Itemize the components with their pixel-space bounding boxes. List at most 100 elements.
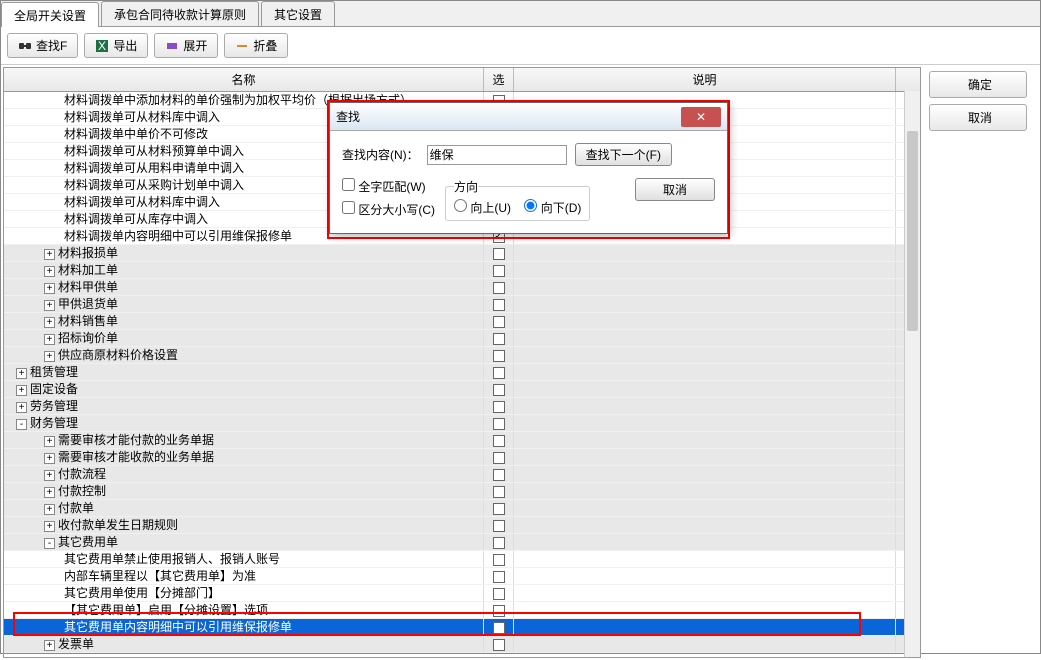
table-row[interactable]: +付款单 xyxy=(4,500,920,517)
table-row[interactable]: -财务管理 xyxy=(4,415,920,432)
col-name[interactable]: 名称 xyxy=(4,68,484,91)
expand-toggle[interactable]: - xyxy=(44,538,55,549)
table-row[interactable]: 内部车辆里程以【其它费用单】为准 xyxy=(4,568,920,585)
find-next-button[interactable]: 查找下一个(F) xyxy=(575,143,672,166)
table-row[interactable]: 其它费用单禁止使用报销人、报销人账号 xyxy=(4,551,920,568)
expand-toggle[interactable]: + xyxy=(44,453,55,464)
row-checkbox[interactable] xyxy=(493,588,505,600)
tab-global-switch[interactable]: 全局开关设置 xyxy=(1,2,99,27)
col-desc[interactable]: 说明 xyxy=(514,68,896,91)
row-checkbox[interactable] xyxy=(493,401,505,413)
row-checkbox[interactable] xyxy=(493,571,505,583)
dialog-cancel-button[interactable]: 取消 xyxy=(635,178,715,201)
dir-up-radio[interactable]: 向上(U) xyxy=(454,201,511,215)
table-row[interactable]: +劳务管理 xyxy=(4,398,920,415)
expand-toggle[interactable]: + xyxy=(44,521,55,532)
row-checkbox[interactable] xyxy=(493,333,505,345)
table-row[interactable]: 其它费用单使用【分摊部门】 xyxy=(4,585,920,602)
table-row[interactable]: +收付款单发生日期规则 xyxy=(4,517,920,534)
expand-toggle[interactable]: + xyxy=(16,385,27,396)
row-label: 材料加工单 xyxy=(58,263,118,277)
dir-down-radio[interactable]: 向下(D) xyxy=(524,201,581,215)
table-row[interactable]: +需要审核才能付款的业务单据 xyxy=(4,432,920,449)
dialog-titlebar[interactable]: 查找 ✕ xyxy=(330,103,727,131)
whole-word-checkbox[interactable]: 全字匹配(W) xyxy=(342,178,435,195)
table-row[interactable]: +固定设备 xyxy=(4,381,920,398)
row-checkbox[interactable] xyxy=(493,248,505,260)
table-row[interactable]: +发票单 xyxy=(4,636,920,653)
expand-toggle[interactable]: + xyxy=(44,283,55,294)
row-label: 其它费用单使用【分摊部门】 xyxy=(64,586,220,600)
expand-toggle[interactable]: + xyxy=(44,504,55,515)
tab-strip: 全局开关设置 承包合同待收款计算原则 其它设置 xyxy=(1,1,1040,27)
row-checkbox[interactable] xyxy=(493,537,505,549)
table-row[interactable]: +材料报损单 xyxy=(4,245,920,262)
export-button[interactable]: X导出 xyxy=(84,33,148,58)
table-row[interactable]: +需要审核才能收款的业务单据 xyxy=(4,449,920,466)
expand-toggle[interactable]: + xyxy=(44,436,55,447)
row-checkbox[interactable] xyxy=(493,265,505,277)
expand-toggle[interactable]: + xyxy=(44,470,55,481)
tab-contract-rule[interactable]: 承包合同待收款计算原则 xyxy=(101,1,259,26)
table-row[interactable]: +招标询价单 xyxy=(4,330,920,347)
expand-toggle[interactable]: + xyxy=(44,317,55,328)
close-icon[interactable]: ✕ xyxy=(681,107,721,127)
row-checkbox[interactable] xyxy=(493,486,505,498)
row-checkbox[interactable] xyxy=(493,520,505,532)
col-select[interactable]: 选 xyxy=(484,68,514,91)
row-checkbox[interactable] xyxy=(493,367,505,379)
collapse-icon xyxy=(235,39,249,53)
table-row[interactable]: -其它费用单 xyxy=(4,534,920,551)
row-checkbox[interactable] xyxy=(493,622,505,634)
table-row[interactable]: +租赁管理 xyxy=(4,364,920,381)
expand-toggle[interactable]: + xyxy=(16,402,27,413)
row-label: 固定设备 xyxy=(30,382,78,396)
table-row[interactable]: +付款控制 xyxy=(4,483,920,500)
row-checkbox[interactable] xyxy=(493,418,505,430)
table-row[interactable]: +供应商原材料价格设置 xyxy=(4,347,920,364)
find-content-label: 查找内容(N)： xyxy=(342,146,419,163)
row-checkbox[interactable] xyxy=(493,435,505,447)
find-input[interactable] xyxy=(427,145,567,165)
expand-toggle[interactable]: + xyxy=(44,266,55,277)
app-window: 全局开关设置 承包合同待收款计算原则 其它设置 查找F X导出 展开 折叠 名称… xyxy=(0,0,1041,654)
dialog-title: 查找 xyxy=(336,108,681,125)
row-checkbox[interactable] xyxy=(493,452,505,464)
expand-toggle[interactable]: + xyxy=(16,368,27,379)
row-checkbox[interactable] xyxy=(493,282,505,294)
table-row[interactable]: +材料销售单 xyxy=(4,313,920,330)
row-label: 需要审核才能收款的业务单据 xyxy=(58,450,214,464)
table-row[interactable]: +材料加工单 xyxy=(4,262,920,279)
match-case-checkbox[interactable]: 区分大小写(C) xyxy=(342,201,435,218)
expand-toggle[interactable]: + xyxy=(44,249,55,260)
scrollbar-thumb[interactable] xyxy=(907,131,918,331)
expand-toggle[interactable]: + xyxy=(44,351,55,362)
expand-toggle[interactable]: + xyxy=(44,300,55,311)
expand-toggle[interactable]: + xyxy=(44,334,55,345)
row-checkbox[interactable] xyxy=(493,384,505,396)
expand-toggle[interactable]: + xyxy=(44,487,55,498)
row-checkbox[interactable] xyxy=(493,554,505,566)
table-row[interactable]: 【其它费用单】启用【分摊设置】选项 xyxy=(4,602,920,619)
scrollbar[interactable] xyxy=(904,91,920,657)
ok-button[interactable]: 确定 xyxy=(929,71,1027,98)
row-label: 付款单 xyxy=(58,501,94,515)
row-checkbox[interactable] xyxy=(493,503,505,515)
row-checkbox[interactable] xyxy=(493,605,505,617)
table-row[interactable]: 其它费用单内容明细中可以引用维保报修单 xyxy=(4,619,920,636)
expand-toggle[interactable]: - xyxy=(16,419,27,430)
row-checkbox[interactable] xyxy=(493,316,505,328)
tab-other-settings[interactable]: 其它设置 xyxy=(261,1,335,26)
collapse-button[interactable]: 折叠 xyxy=(224,33,288,58)
table-row[interactable]: +付款流程 xyxy=(4,466,920,483)
cancel-button[interactable]: 取消 xyxy=(929,104,1027,131)
table-row[interactable]: +材料甲供单 xyxy=(4,279,920,296)
row-checkbox[interactable] xyxy=(493,299,505,311)
find-button[interactable]: 查找F xyxy=(7,33,78,58)
row-checkbox[interactable] xyxy=(493,469,505,481)
row-checkbox[interactable] xyxy=(493,350,505,362)
expand-toggle[interactable]: + xyxy=(44,640,55,651)
table-row[interactable]: +甲供退货单 xyxy=(4,296,920,313)
row-checkbox[interactable] xyxy=(493,639,505,651)
expand-button[interactable]: 展开 xyxy=(154,33,218,58)
